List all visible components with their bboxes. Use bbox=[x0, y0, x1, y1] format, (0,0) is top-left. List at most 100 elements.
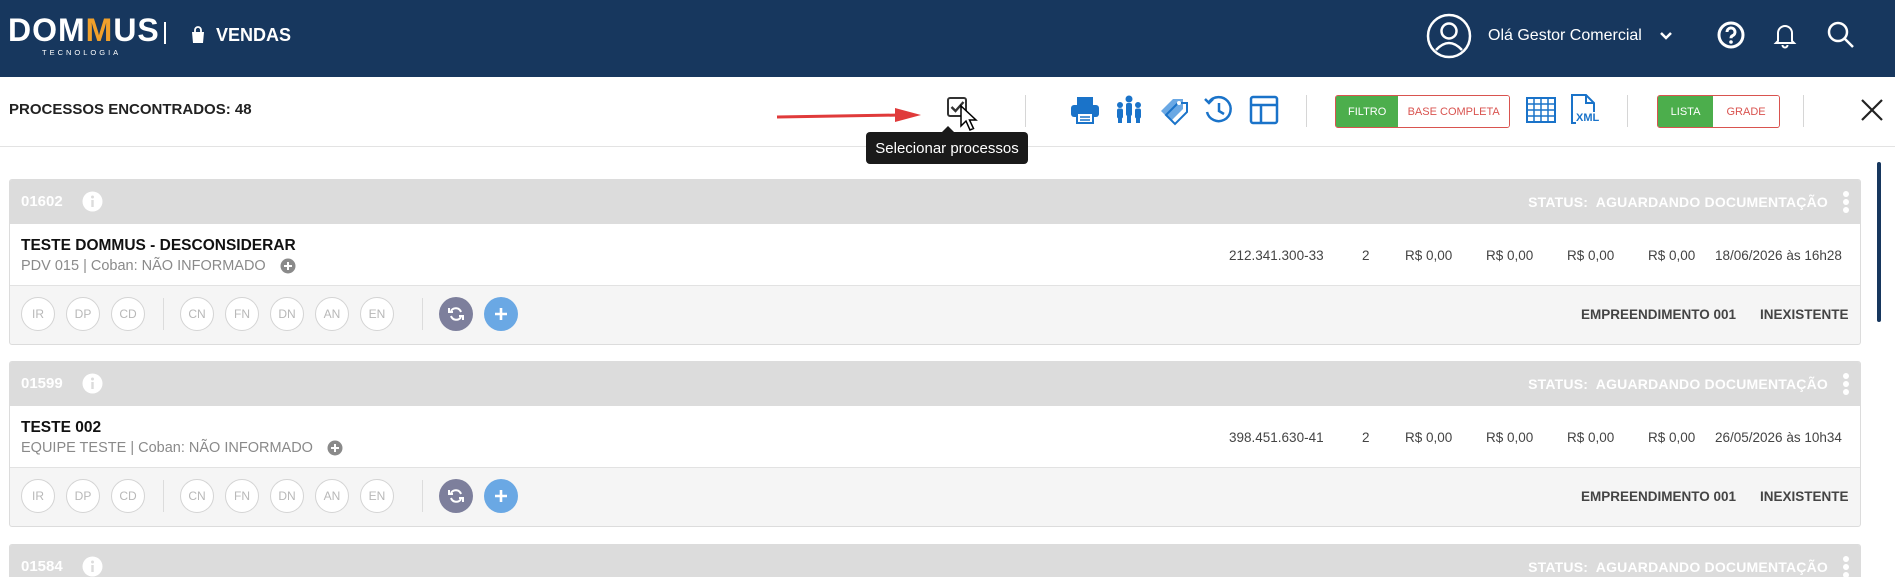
process-card: 01602 STATUS: AGUARDANDO DOCUMENTAÇÃO TE… bbox=[9, 179, 1861, 345]
close-icon[interactable] bbox=[1855, 93, 1889, 127]
refresh-button[interactable] bbox=[439, 479, 473, 513]
doc-pill[interactable]: IR bbox=[21, 297, 55, 331]
stage-pill[interactable]: EN bbox=[360, 479, 394, 513]
stage-pill[interactable]: AN bbox=[315, 297, 349, 331]
more-options-icon[interactable] bbox=[1842, 190, 1850, 214]
stage-pill[interactable]: CN bbox=[180, 479, 214, 513]
process-id: 01602 bbox=[21, 193, 63, 210]
project-name: EMPREENDIMENTO 001 bbox=[1581, 489, 1737, 504]
footer-divider bbox=[163, 480, 164, 512]
user-avatar-icon bbox=[1426, 13, 1472, 59]
chevron-down-icon bbox=[1659, 32, 1672, 40]
tooltip: Selecionar processos bbox=[866, 126, 1028, 164]
process-date: 18/06/2026 às 16h28 bbox=[1715, 248, 1842, 263]
amount-value: R$ 0,00 bbox=[1567, 248, 1615, 263]
stage-pill[interactable]: CN bbox=[180, 297, 214, 331]
process-title: TESTE 002 bbox=[21, 419, 102, 436]
card-header: 01602 STATUS: AGUARDANDO DOCUMENTAÇÃO bbox=[10, 180, 1860, 224]
amount-value: R$ 0,00 bbox=[1648, 248, 1696, 263]
history-clock-icon[interactable] bbox=[1202, 93, 1236, 127]
toolbar-divider bbox=[1025, 95, 1026, 127]
doc-pill[interactable]: CD bbox=[111, 479, 145, 513]
process-card: 01584 STATUS: AGUARDANDO DOCUMENTAÇÃO bbox=[9, 544, 1861, 577]
grid-view-button[interactable]: GRADE bbox=[1713, 96, 1779, 127]
table-layout-icon[interactable] bbox=[1247, 93, 1281, 127]
process-title: TESTE DOMMUS - DESCONSIDERAR bbox=[21, 237, 296, 254]
bell-icon[interactable] bbox=[1770, 20, 1800, 50]
amount-value: R$ 0,00 bbox=[1486, 430, 1534, 445]
help-icon[interactable] bbox=[1716, 20, 1746, 50]
plus-circle-icon[interactable] bbox=[280, 258, 296, 274]
module-selector[interactable]: VENDAS bbox=[190, 22, 291, 48]
card-footer: IR DP CD CN FN DN AN EN EMPREENDIMENTO 0… bbox=[10, 468, 1860, 526]
xml-label: XML bbox=[1576, 112, 1600, 124]
plus-icon bbox=[495, 308, 507, 320]
people-icon[interactable] bbox=[1112, 93, 1146, 127]
card-body[interactable]: TESTE DOMMUS - DESCONSIDERAR PDV 015 | C… bbox=[10, 224, 1860, 286]
user-menu[interactable]: Olá Gestor Comercial bbox=[1426, 13, 1674, 59]
tags-icon[interactable] bbox=[1157, 93, 1191, 127]
scrollbar[interactable] bbox=[1877, 162, 1881, 322]
status-text: STATUS: AGUARDANDO DOCUMENTAÇÃO bbox=[1528, 194, 1828, 210]
footer-divider bbox=[422, 480, 423, 512]
dommus-logo[interactable]: DOMMUS TECNOLOGIA bbox=[8, 12, 160, 58]
add-button[interactable] bbox=[484, 297, 518, 331]
doc-pill[interactable]: DP bbox=[66, 479, 100, 513]
search-icon[interactable] bbox=[1826, 20, 1856, 50]
refresh-button[interactable] bbox=[439, 297, 473, 331]
info-icon[interactable] bbox=[82, 556, 103, 577]
process-subtitle: PDV 015 | Coban: NÃO INFORMADO bbox=[21, 258, 296, 274]
count-value: 2 bbox=[1362, 430, 1370, 445]
footer-divider bbox=[422, 298, 423, 330]
amount-value: R$ 0,00 bbox=[1405, 430, 1453, 445]
status-text: STATUS: AGUARDANDO DOCUMENTAÇÃO bbox=[1528, 376, 1828, 392]
full-base-button[interactable]: BASE COMPLETA bbox=[1398, 96, 1509, 127]
shopping-bag-icon bbox=[192, 26, 204, 43]
xml-export-button[interactable]: XML bbox=[1568, 93, 1602, 129]
stage-pill[interactable]: FN bbox=[225, 479, 259, 513]
process-subtitle: EQUIPE TESTE | Coban: NÃO INFORMADO bbox=[21, 440, 343, 456]
refresh-icon bbox=[448, 489, 464, 503]
process-date: 26/05/2026 às 10h34 bbox=[1715, 430, 1842, 445]
spreadsheet-icon[interactable] bbox=[1524, 93, 1558, 127]
doc-pill[interactable]: CD bbox=[111, 297, 145, 331]
logo-text: DOMMUS bbox=[8, 12, 160, 48]
info-icon[interactable] bbox=[82, 373, 103, 394]
process-id: 01584 bbox=[21, 558, 63, 575]
filter-button[interactable]: FILTRO bbox=[1336, 96, 1399, 127]
card-body[interactable]: TESTE 002 EQUIPE TESTE | Coban: NÃO INFO… bbox=[10, 406, 1860, 468]
more-options-icon[interactable] bbox=[1842, 555, 1850, 577]
amount-value: R$ 0,00 bbox=[1405, 248, 1453, 263]
list-view-button[interactable]: LISTA bbox=[1658, 96, 1714, 127]
doc-pill[interactable]: IR bbox=[21, 479, 55, 513]
header-divider bbox=[164, 22, 166, 44]
status-text: STATUS: AGUARDANDO DOCUMENTAÇÃO bbox=[1528, 559, 1828, 575]
add-button[interactable] bbox=[484, 479, 518, 513]
printer-icon[interactable] bbox=[1068, 93, 1102, 127]
footer-divider bbox=[163, 298, 164, 330]
view-toggle: LISTA GRADE bbox=[1657, 95, 1780, 128]
user-greeting: Olá Gestor Comercial bbox=[1488, 27, 1642, 44]
mouse-cursor-icon bbox=[960, 104, 978, 131]
toolbar-divider bbox=[1306, 95, 1307, 127]
toolbar-divider bbox=[1627, 95, 1628, 127]
stage-pill[interactable]: FN bbox=[225, 297, 259, 331]
card-footer: IR DP CD CN FN DN AN EN EMPREENDIMENTO 0… bbox=[10, 286, 1860, 344]
filter-toggle: FILTRO BASE COMPLETA bbox=[1335, 95, 1510, 128]
doc-pill[interactable]: DP bbox=[66, 297, 100, 331]
plus-icon bbox=[495, 490, 507, 502]
stage-pill[interactable]: DN bbox=[270, 297, 304, 331]
stage-pill[interactable]: AN bbox=[315, 479, 349, 513]
process-id: 01599 bbox=[21, 375, 63, 392]
amount-value: R$ 0,00 bbox=[1567, 430, 1615, 445]
amount-value: R$ 0,00 bbox=[1648, 430, 1696, 445]
card-header: 01584 STATUS: AGUARDANDO DOCUMENTAÇÃO bbox=[10, 545, 1860, 577]
info-icon[interactable] bbox=[82, 191, 103, 212]
stage-pill[interactable]: EN bbox=[360, 297, 394, 331]
plus-circle-icon[interactable] bbox=[327, 440, 343, 456]
more-options-icon[interactable] bbox=[1842, 372, 1850, 396]
stage-pill[interactable]: DN bbox=[270, 479, 304, 513]
project-name: EMPREENDIMENTO 001 bbox=[1581, 307, 1737, 322]
count-value: 2 bbox=[1362, 248, 1370, 263]
unit-name: INEXISTENTE bbox=[1760, 307, 1849, 322]
